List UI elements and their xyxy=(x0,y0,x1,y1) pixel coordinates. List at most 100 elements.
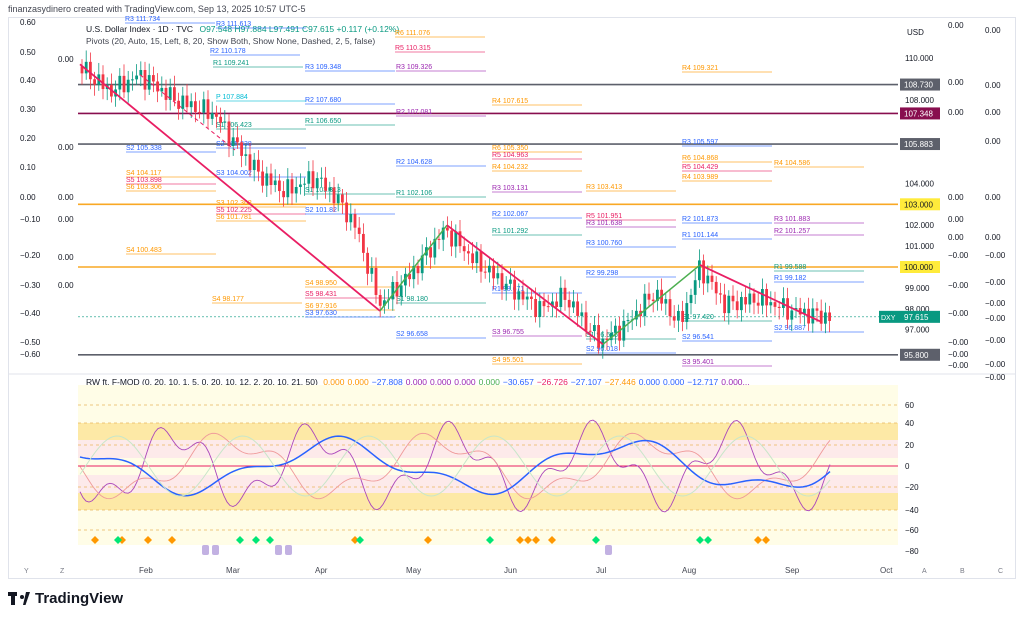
candle-body xyxy=(261,171,264,186)
pivot-label: R1 99.182 xyxy=(774,275,806,282)
candle-body xyxy=(488,265,491,273)
osc-purple-marker xyxy=(275,545,282,555)
candle-body xyxy=(89,61,92,80)
candle-body xyxy=(446,227,449,231)
left-axis-label: −0.20 xyxy=(20,251,41,260)
candle-body xyxy=(651,299,655,302)
candle-body xyxy=(328,187,332,191)
candle-body xyxy=(756,302,760,306)
right-axis-a-label: −0.00 xyxy=(948,281,969,290)
inner-axis-label: 0.00 xyxy=(58,281,74,290)
candle-body xyxy=(194,101,197,112)
candle-body xyxy=(584,312,588,331)
right-axis-a-label: −0.00 xyxy=(948,350,969,359)
pivot-label: R6 104.868 xyxy=(682,155,718,162)
pivot-label: S4 98.950 xyxy=(305,280,337,287)
candle-body xyxy=(542,301,546,307)
candle-body xyxy=(752,293,756,303)
candle-body xyxy=(303,183,306,185)
right-axis-a-label: −0.00 xyxy=(948,361,969,370)
candle-body xyxy=(357,227,361,234)
pivot-label: R5 104.429 xyxy=(682,164,718,171)
candle-body xyxy=(559,287,563,308)
candle-body xyxy=(668,299,672,317)
candle-body xyxy=(773,302,777,307)
time-axis-label: Sep xyxy=(785,566,800,575)
candle-body xyxy=(227,121,231,147)
chart-canvas[interactable]: R3 111.734 R3 111.613 R6 111.076 R5 110.315… xyxy=(0,0,1024,622)
corner-label: Y xyxy=(24,568,29,575)
candle-body xyxy=(819,310,823,324)
pivot-label: R2 99.298 xyxy=(586,270,618,277)
candle-body xyxy=(534,298,537,317)
candle-body xyxy=(118,75,122,90)
pivot-label: R3 105.597 xyxy=(682,139,718,146)
right-axis-a-label: 0.00 xyxy=(948,108,964,117)
candle-body xyxy=(126,79,130,93)
pivot-label: R3 111.613 xyxy=(216,21,251,28)
right-axis-b-label: 0.00 xyxy=(985,81,1001,90)
right-axis-a-label: −0.00 xyxy=(948,251,969,260)
candle-body xyxy=(265,173,269,186)
candle-body xyxy=(374,267,378,295)
osc-tick-label: −40 xyxy=(905,506,919,515)
candle-body xyxy=(202,99,206,113)
candle-body xyxy=(471,253,474,264)
candle-body xyxy=(93,79,96,85)
pivot-label: R4 103.989 xyxy=(682,174,718,181)
candle-body xyxy=(122,75,126,93)
candle-body xyxy=(366,252,369,274)
osc-tick-label: −60 xyxy=(905,526,919,535)
candle-body xyxy=(475,251,479,264)
inner-axis-label: 0.00 xyxy=(58,253,74,262)
candle-body xyxy=(345,202,348,223)
price-tag-label: 97.615 xyxy=(904,313,929,322)
candle-body xyxy=(567,299,571,308)
candle-body xyxy=(618,325,621,341)
right-axis-a-label: 0.00 xyxy=(948,233,964,242)
candle-body xyxy=(576,301,579,316)
price-tick-label: 102.000 xyxy=(905,221,934,230)
candle-body xyxy=(135,75,138,80)
candle-body xyxy=(160,87,164,92)
left-axis-label: 0.10 xyxy=(20,163,36,172)
candle-body xyxy=(278,180,281,192)
price-tick-label: 99.000 xyxy=(905,284,930,293)
candle-body xyxy=(131,79,134,81)
osc-purple-marker xyxy=(202,545,209,555)
candle-body xyxy=(504,283,508,290)
time-axis-label: Feb xyxy=(139,566,153,575)
corner-label: A xyxy=(922,568,927,575)
price-tag-label: 107.348 xyxy=(904,109,933,118)
pivot-label: R1 101.292 xyxy=(492,228,528,235)
osc-tick-label: 0 xyxy=(905,462,910,471)
osc-lower-band xyxy=(78,493,898,510)
candle-body xyxy=(748,293,752,305)
candle-body xyxy=(353,214,357,228)
pivot-label: P 107.884 xyxy=(216,94,248,101)
zigzag-down-2 xyxy=(446,224,604,346)
candle-body xyxy=(483,271,487,273)
candle-body xyxy=(349,214,353,223)
price-tag-prefix: DXY xyxy=(881,315,896,322)
pivot-label: S2 105.338 xyxy=(126,145,162,152)
candle-body xyxy=(315,178,319,189)
pivot-label: R4 107.615 xyxy=(492,98,528,105)
osc-pane-bg xyxy=(78,385,898,545)
candle-body xyxy=(723,294,726,314)
right-axis-b-label: 0.00 xyxy=(985,108,1001,117)
corner-label: B xyxy=(960,568,965,575)
time-axis-label: Mar xyxy=(226,566,240,575)
pivot-label: S6 101.781 xyxy=(216,214,252,221)
pivot-label: R6 111.076 xyxy=(395,30,430,37)
candle-body xyxy=(189,101,193,108)
candle-body xyxy=(299,184,302,187)
candle-body xyxy=(672,316,676,321)
pivot-label: R3 109.326 xyxy=(396,64,432,71)
left-axis-label: −0.60 xyxy=(20,350,41,359)
right-axis-b-label: −0.00 xyxy=(985,360,1006,369)
pivot-label: S3 104.002 xyxy=(216,170,252,177)
candle-body xyxy=(336,194,340,204)
price-tag-label: 108.730 xyxy=(904,81,933,90)
pivot-label: R3 100.760 xyxy=(586,240,622,247)
